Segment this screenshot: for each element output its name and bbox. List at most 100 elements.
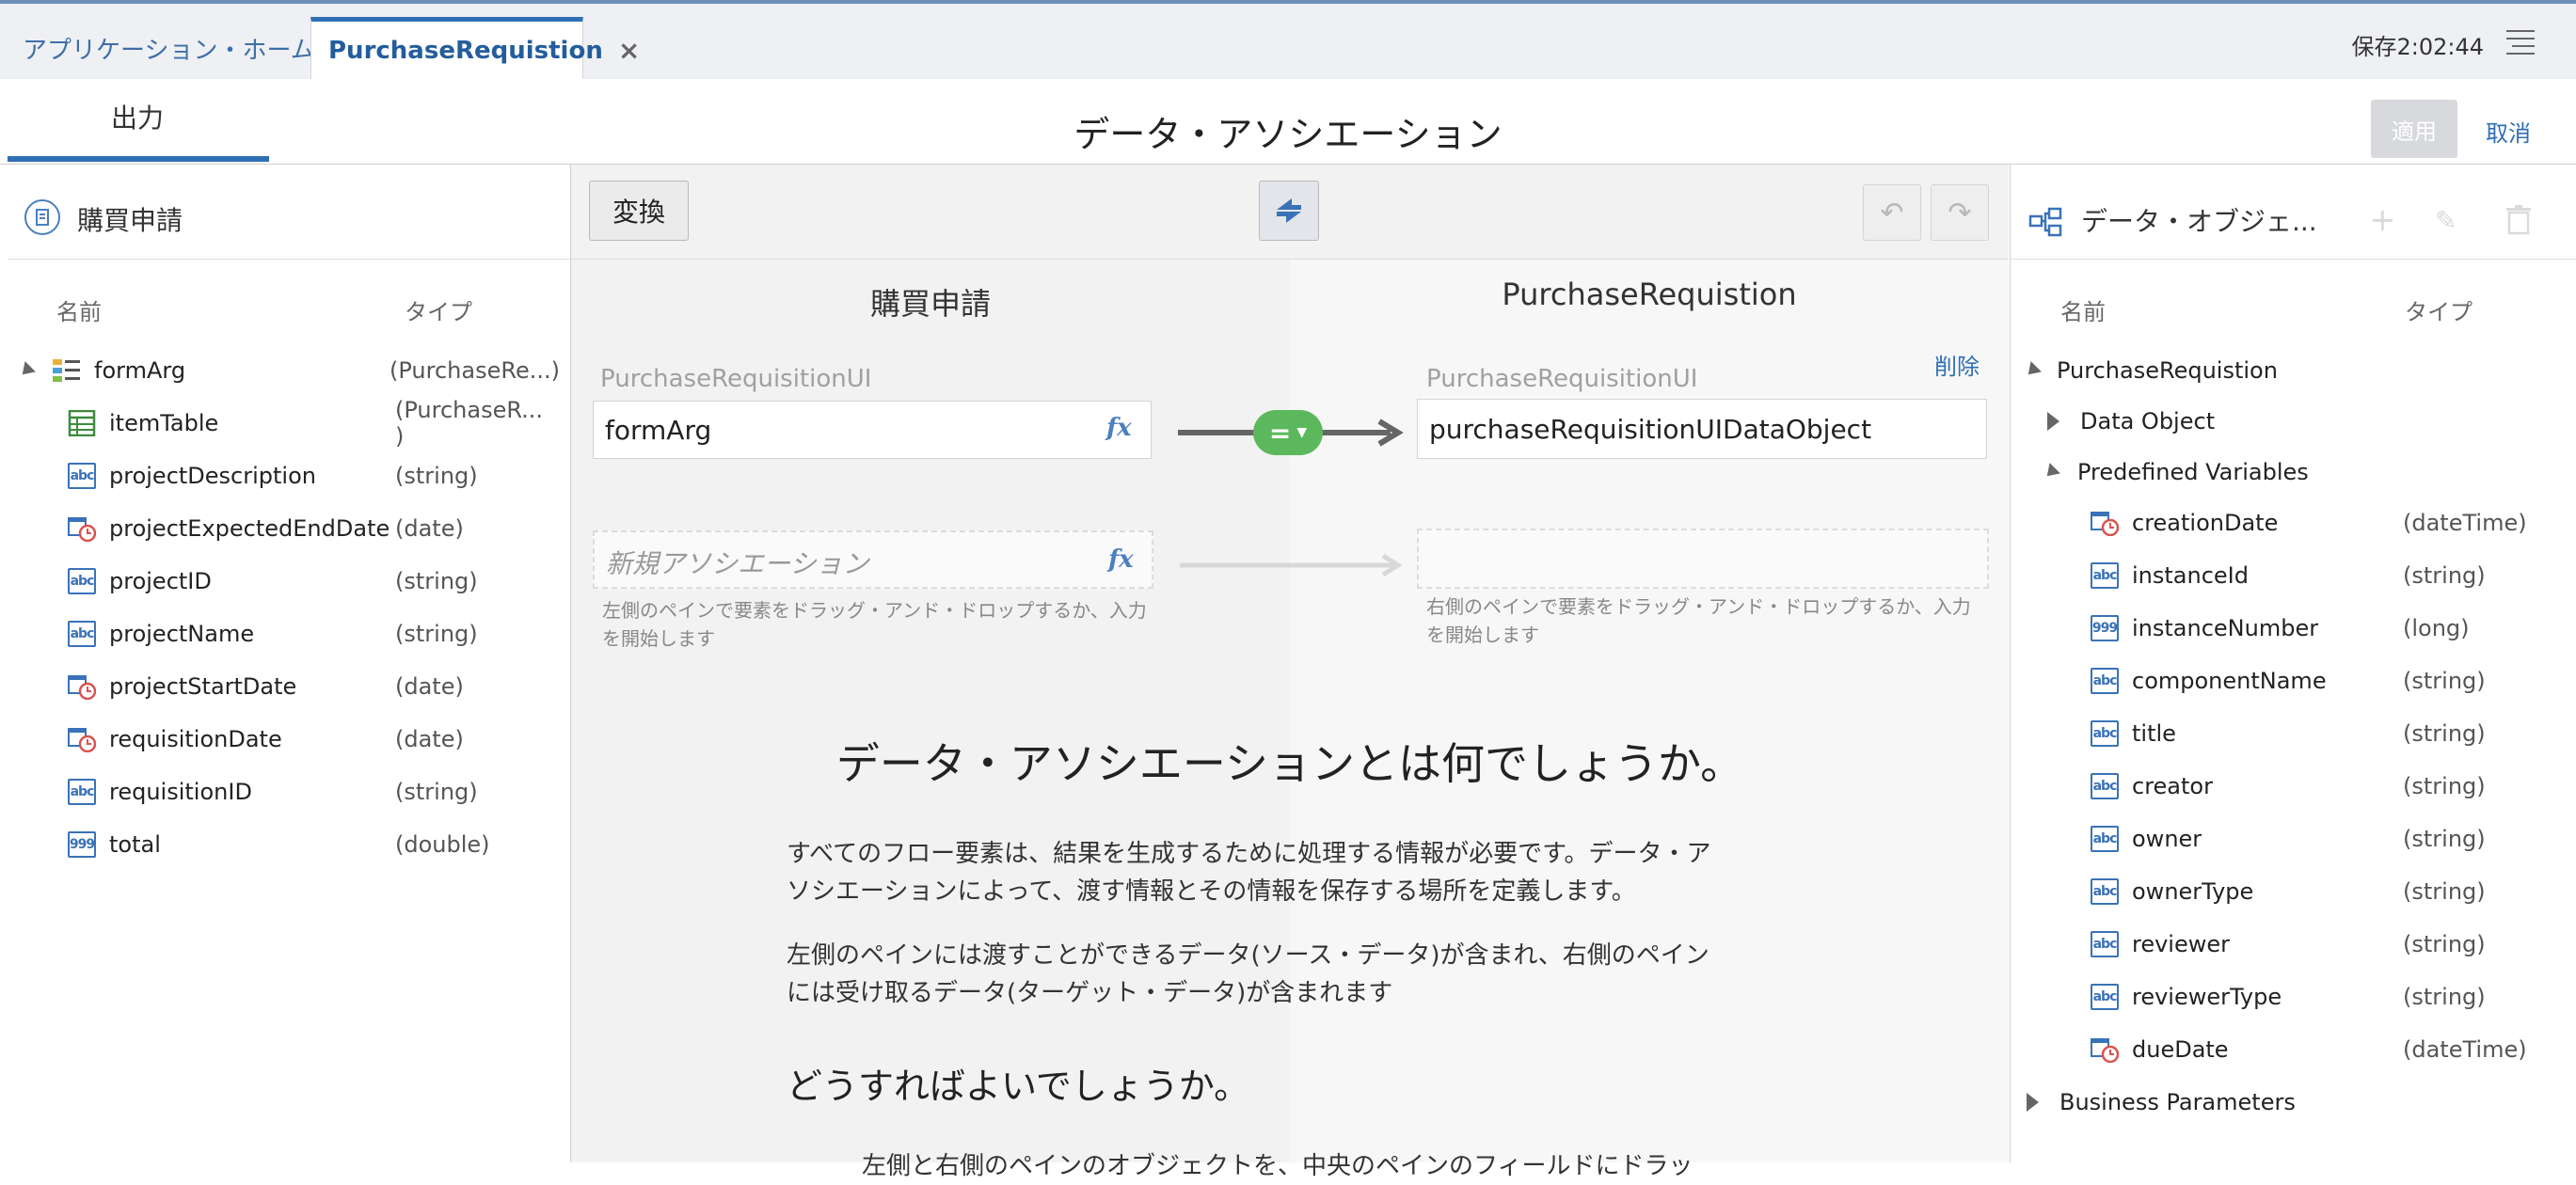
source-ui-label: PurchaseRequisitionUI (600, 365, 872, 393)
tree-row[interactable]: abc creator (string) (2091, 760, 2533, 813)
save-status: 保存2:02:44 (2351, 34, 2484, 60)
convert-button[interactable]: 変換 (589, 181, 689, 241)
tree-item-type: (PurchaseR... ) (395, 397, 544, 450)
tab-purchase-requisition[interactable]: PurchaseRequistion × (310, 17, 640, 79)
source-expression-field[interactable]: formArg (593, 401, 1152, 459)
tree-item-name: reviewerType (2132, 984, 2282, 1010)
expand-icon[interactable] (2027, 1093, 2039, 1112)
tree-row[interactable]: projectStartDate (date) (68, 660, 557, 713)
tree-row[interactable]: abc requisitionID (string) (68, 766, 557, 818)
object-icon (53, 359, 80, 382)
tree-item-type: (double) (395, 831, 490, 858)
delete-link[interactable]: 削除 (1934, 348, 1980, 381)
tree-row[interactable]: abc owner (string) (2091, 813, 2533, 865)
tree-item-type: (string) (2403, 984, 2486, 1010)
tree-row-predefined-variables[interactable]: Predefined Variables (2042, 446, 2533, 498)
fx-icon[interactable]: fx (1106, 414, 1132, 442)
date-icon (2091, 1038, 2119, 1063)
fx-icon-new[interactable]: fx (1108, 545, 1134, 574)
tree-item-name: reviewer (2132, 931, 2231, 957)
tab-application-home[interactable]: アプリケーション・ホーム (8, 17, 324, 79)
tree-row[interactable]: abc projectName (string) (68, 608, 557, 660)
help-p1-line2: ソシエーションによって、渡す情報とその情報を保存する場所を定義します。 (787, 877, 1636, 906)
string-icon: abc (68, 621, 96, 647)
page-title: データ・アソシエーション (1073, 114, 1503, 155)
tree-item-name: projectName (109, 621, 255, 647)
target-hint: 右側のペインで要素をドラッグ・アンド・ドロップするか、入力を開始します (1426, 595, 1971, 646)
close-icon[interactable]: × (618, 35, 640, 66)
tree-item-name: Business Parameters (2059, 1089, 2296, 1115)
tree-item-name: Predefined Variables (2077, 459, 2309, 485)
string-icon: abc (2091, 668, 2119, 694)
tree-row[interactable]: itemTable (PurchaseR... ) (68, 397, 557, 450)
number-icon: 999 (2091, 615, 2119, 641)
tree-item-type: (string) (2403, 931, 2486, 957)
date-icon (68, 728, 96, 752)
date-icon (68, 517, 96, 542)
source-panel-title: 購買申請 (77, 205, 183, 236)
tree-row[interactable]: abc title (string) (2091, 707, 2533, 760)
string-icon: abc (2091, 878, 2119, 905)
tab-active-label: PurchaseRequistion (328, 36, 603, 65)
tree-row[interactable]: abc instanceId (string) (2091, 549, 2533, 602)
edit-icon[interactable]: ✎ (2435, 205, 2457, 236)
string-icon: abc (2091, 773, 2119, 799)
tree-row-formArg[interactable]: formArg (PurchaseRe...) (17, 344, 560, 397)
collapse-icon[interactable] (2042, 463, 2060, 482)
tree-item-name: itemTable (109, 410, 219, 436)
source-column-title: 購買申請 (869, 286, 991, 322)
tree-row[interactable]: dueDate (dateTime) (2091, 1023, 2533, 1076)
tree-row[interactable]: 999 total (double) (68, 818, 557, 871)
hamburger-menu-icon[interactable] (2506, 28, 2535, 56)
tree-row-data-object[interactable]: Data Object (2047, 395, 2536, 448)
tree-row[interactable]: abc ownerType (string) (2091, 865, 2533, 918)
tree-row-business-parameters[interactable]: Business Parameters (2027, 1076, 2535, 1129)
mapping-target-area (1290, 165, 2009, 1162)
tree-row[interactable]: abc componentName (string) (2091, 655, 2533, 707)
help-p2-line1: 左側のペインには渡すことができるデータ(ソース・データ)が含まれ、右側のペイン (787, 941, 1709, 970)
top-accent-strip (0, 0, 2576, 4)
new-target-field[interactable] (1417, 529, 1989, 589)
date-icon (2091, 512, 2119, 536)
tree-item-type: (string) (2403, 720, 2486, 747)
operator-dropdown[interactable]: = ▼ (1253, 410, 1323, 455)
tree-item-type: (dateTime) (2403, 1036, 2527, 1063)
tree-row[interactable]: abc reviewer (string) (2091, 918, 2533, 971)
equals-operator: = (1268, 417, 1292, 449)
tree-item-type: (date) (395, 726, 464, 752)
new-association-field[interactable]: 新規アソシエーション (593, 530, 1153, 589)
tab-home-label: アプリケーション・ホーム (23, 36, 315, 65)
tree-row-purchase-requisition[interactable]: PurchaseRequistion (2023, 344, 2552, 397)
tree-row[interactable]: abc projectDescription (string) (68, 450, 557, 502)
tree-item-type: (string) (395, 568, 478, 594)
tree-row[interactable]: projectExpectedEndDate (date) (68, 502, 557, 555)
tree-item-type: (string) (2403, 562, 2486, 589)
target-ui-label: PurchaseRequisitionUI (1426, 365, 1698, 393)
target-expression-field[interactable]: purchaseRequisitionUIDataObject (1417, 399, 1987, 459)
tree-item-name: creator (2132, 773, 2213, 799)
delete-icon[interactable] (2506, 205, 2531, 235)
expand-icon[interactable] (2047, 412, 2059, 431)
source-col-type: タイプ (405, 299, 472, 325)
tree-row[interactable]: 999 instanceNumber (long) (2091, 602, 2533, 655)
collapse-icon[interactable] (2023, 361, 2042, 380)
help-title: データ・アソシエーションとは何でしょうか。 (835, 738, 1744, 789)
string-icon: abc (68, 779, 96, 805)
target-col-type: タイプ (2405, 299, 2473, 325)
string-icon: abc (2091, 720, 2119, 747)
swap-arrows-button[interactable] (1259, 181, 1319, 241)
tree-row[interactable]: requisitionDate (date) (68, 713, 557, 766)
cancel-button[interactable]: 取消 (2486, 115, 2531, 148)
add-icon[interactable]: + (2369, 201, 2396, 239)
tree-item-type: (dateTime) (2403, 510, 2527, 536)
tree-item-type: (date) (395, 515, 464, 542)
tree-item-type: (date) (395, 673, 464, 700)
tree-row[interactable]: abc reviewerType (string) (2091, 971, 2533, 1023)
tree-item-name: dueDate (2132, 1036, 2229, 1063)
apply-button[interactable]: 適用 (2371, 100, 2457, 158)
collapse-icon[interactable] (17, 361, 36, 380)
tree-row[interactable]: creationDate (dateTime) (2091, 497, 2533, 549)
tree-row[interactable]: abc projectID (string) (68, 555, 557, 608)
undo-button[interactable]: ↶ (1863, 184, 1921, 241)
redo-button[interactable]: ↷ (1931, 184, 1989, 241)
